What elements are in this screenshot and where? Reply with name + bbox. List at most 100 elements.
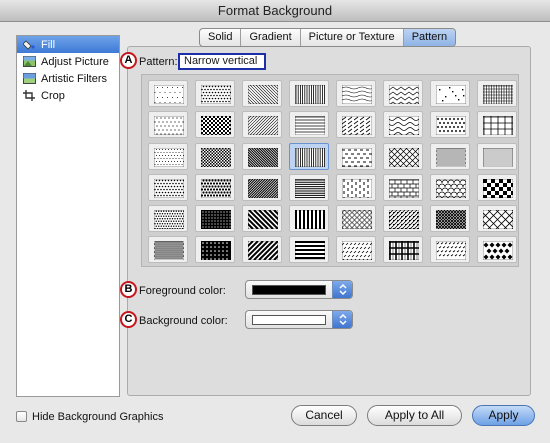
sidebar-item-adjust-picture[interactable]: Adjust Picture	[17, 53, 119, 70]
cancel-button[interactable]: Cancel	[291, 405, 357, 426]
pattern-swatch-grid-large[interactable]	[477, 111, 517, 138]
shingle-pattern-icon	[342, 241, 372, 260]
tab-gradient[interactable]: Gradient	[241, 29, 301, 46]
pattern-swatch-diag-up-wide[interactable]	[242, 236, 282, 263]
diag-up-light-pattern-icon	[248, 116, 278, 135]
pattern-swatch-checker-dense[interactable]	[195, 143, 235, 170]
sidebar-item-artistic-filters[interactable]: Artistic Filters	[17, 70, 119, 87]
sidebar-item-crop[interactable]: Crop	[17, 87, 119, 104]
pattern-swatch-dots-medium[interactable]	[148, 174, 188, 201]
confetti-pattern-icon	[436, 85, 466, 104]
pattern-swatch-dots-light[interactable]	[148, 111, 188, 138]
pattern-swatch-checkerboard[interactable]	[477, 174, 517, 201]
divot-pattern-icon	[436, 241, 466, 260]
diag-up-dark-pattern-icon	[248, 179, 278, 198]
pattern-swatch-diag-down-wide[interactable]	[242, 205, 282, 232]
sphere-pattern-icon	[342, 210, 372, 229]
diag-up-wide-pattern-icon	[248, 241, 278, 260]
pattern-swatch-dots-medium[interactable]	[195, 80, 235, 107]
pattern-swatch-dots-sparse[interactable]	[148, 80, 188, 107]
pattern-swatch-brick[interactable]	[383, 174, 423, 201]
diag-down-dark-pattern-icon	[248, 148, 278, 167]
pattern-swatch-dots-large[interactable]	[195, 174, 235, 201]
dots-white-on-black-pattern-icon	[201, 241, 231, 260]
pattern-swatch-dash-horizontal[interactable]	[336, 143, 376, 170]
foreground-color-popup[interactable]	[245, 280, 353, 299]
hide-background-graphics-checkbox[interactable]	[16, 411, 27, 422]
pattern-swatch-grid-small[interactable]	[477, 80, 517, 107]
pattern-swatch-wave[interactable]	[383, 111, 423, 138]
pattern-swatch-dots-dense[interactable]	[430, 143, 470, 170]
pattern-swatch-diamond-outline[interactable]	[383, 143, 423, 170]
pattern-swatch-vertical-wide[interactable]	[289, 205, 329, 232]
dots-heavy-pattern-icon	[154, 241, 184, 260]
pattern-swatch-dots-grid[interactable]	[477, 143, 517, 170]
apply-button[interactable]: Apply	[472, 405, 535, 426]
pattern-swatch-shingle[interactable]	[336, 236, 376, 263]
pattern-swatch-dots-white-on-black[interactable]	[195, 236, 235, 263]
pattern-swatch-vertical-narrow-selected[interactable]	[289, 143, 329, 170]
tab-solid[interactable]: Solid	[200, 29, 242, 46]
zigzag-pattern-icon	[389, 85, 419, 104]
pattern-swatch-zigzag[interactable]	[383, 80, 423, 107]
pattern-swatch-horizontal-wide[interactable]	[289, 236, 329, 263]
sidebar-item-label: Artistic Filters	[41, 72, 107, 85]
dots-sparse-pattern-icon	[154, 85, 184, 104]
pattern-swatch-scale[interactable]	[430, 174, 470, 201]
tab-picture-or-texture[interactable]: Picture or Texture	[301, 29, 404, 46]
vertical-narrow-pattern-icon	[295, 85, 325, 104]
pattern-swatch-horizontal-narrow[interactable]	[289, 111, 329, 138]
pattern-swatch-dots-black[interactable]	[195, 205, 235, 232]
sidebar-item-label: Fill	[41, 38, 56, 51]
pattern-swatch-vertical-narrow[interactable]	[289, 80, 329, 107]
fill-bucket-icon	[22, 39, 36, 50]
pattern-swatch-dots-fine[interactable]	[148, 143, 188, 170]
pattern-swatch-plaid[interactable]	[383, 236, 423, 263]
background-color-popup[interactable]	[245, 310, 353, 329]
sidebar-item-fill[interactable]: Fill	[17, 36, 119, 53]
crop-icon	[23, 90, 36, 101]
apply-to-all-button[interactable]: Apply to All	[367, 405, 462, 426]
pattern-swatch-dots-heavy[interactable]	[148, 236, 188, 263]
pattern-grid	[141, 74, 519, 267]
dots-large-pattern-icon	[201, 179, 231, 198]
diag-down-wide-pattern-icon	[248, 210, 278, 229]
scale-pattern-icon	[436, 179, 466, 198]
diag-up-dashed-pattern-icon	[342, 116, 372, 135]
dash-vertical-pattern-icon	[342, 179, 372, 198]
pattern-swatch-horizontal-dark[interactable]	[289, 174, 329, 201]
pattern-swatch-diag-up-dark[interactable]	[242, 174, 282, 201]
pattern-name-field: Narrow vertical	[178, 53, 266, 70]
tab-pattern[interactable]: Pattern	[403, 29, 456, 46]
dots-light-pattern-icon	[154, 116, 184, 135]
pattern-swatch-diag-down-dark[interactable]	[242, 143, 282, 170]
pattern-swatch-diamond-outline-large[interactable]	[477, 205, 517, 232]
wave-light-pattern-icon	[342, 85, 372, 104]
dots-grid-pattern-icon	[483, 148, 513, 167]
pattern-swatch-dots-gray[interactable]	[148, 205, 188, 232]
pattern-swatch-dash-vertical[interactable]	[336, 174, 376, 201]
pattern-swatch-sphere[interactable]	[336, 205, 376, 232]
fill-type-tabs: Solid Gradient Picture or Texture Patter…	[199, 28, 457, 47]
pattern-swatch-confetti[interactable]	[430, 80, 470, 107]
pattern-swatch-wave-light[interactable]	[336, 80, 376, 107]
dots-medium-pattern-icon	[154, 179, 184, 198]
pattern-swatch-checker-small[interactable]	[195, 111, 235, 138]
pattern-swatch-diag-up-light[interactable]	[242, 111, 282, 138]
pattern-swatch-dots-diamond[interactable]	[430, 111, 470, 138]
callout-a: A	[120, 52, 137, 69]
pattern-swatch-diamond-solid[interactable]	[477, 236, 517, 263]
dots-diamond-pattern-icon	[436, 116, 466, 135]
pattern-swatch-divot[interactable]	[430, 236, 470, 263]
pattern-swatch-trellis[interactable]	[430, 205, 470, 232]
checkerboard-pattern-icon	[483, 179, 513, 198]
pattern-swatch-weave[interactable]	[383, 205, 423, 232]
plaid-pattern-icon	[389, 241, 419, 260]
pattern-swatch-diag-up-dashed[interactable]	[336, 111, 376, 138]
sidebar-item-label: Adjust Picture	[41, 55, 109, 68]
artistic-filters-icon	[23, 73, 36, 84]
callout-c: C	[120, 311, 137, 328]
checker-small-pattern-icon	[201, 116, 231, 135]
hide-background-graphics-label: Hide Background Graphics	[32, 411, 164, 423]
pattern-swatch-diag-down-light[interactable]	[242, 80, 282, 107]
